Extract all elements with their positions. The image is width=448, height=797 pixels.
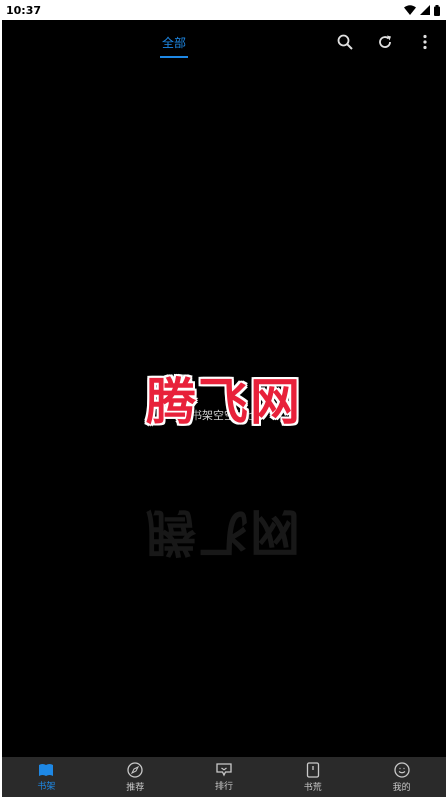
nav-item-profile[interactable]: 我的 [357, 757, 446, 797]
nav-item-ranking[interactable]: 排行 [180, 757, 269, 797]
left-edge [0, 0, 2, 797]
app-screen: 10:37 全部 ~书架空空如也~ 腾飞网 腾飞网 书架 推荐 排行 书荒 我的 [0, 0, 448, 797]
nav-label-recommend: 推荐 [126, 782, 145, 793]
refresh-button[interactable] [374, 31, 396, 53]
search-button[interactable] [334, 31, 356, 53]
nav-label-book-shortage: 书荒 [303, 782, 322, 793]
search-icon [337, 34, 353, 50]
profile-icon [393, 761, 410, 778]
status-time: 10:37 [6, 3, 42, 17]
bookshelf-icon [39, 763, 54, 776]
refresh-icon [379, 35, 391, 48]
tab-indicator [160, 56, 188, 58]
watermark-reflection: 腾飞网 [146, 503, 302, 562]
battery-icon [434, 4, 440, 16]
nav-label-profile: 我的 [392, 782, 411, 793]
nav-label-ranking: 排行 [214, 782, 233, 792]
wifi-icon [404, 5, 416, 15]
app-bar: 全部 [2, 20, 446, 64]
ranking-icon [216, 763, 232, 777]
nav-item-book-shortage[interactable]: 书荒 [268, 757, 357, 797]
toolbar-actions [334, 20, 436, 64]
status-bar: 10:37 [0, 0, 448, 20]
nav-item-recommend[interactable]: 推荐 [91, 757, 180, 797]
more-vert-icon [423, 34, 427, 50]
signal-icon [420, 5, 430, 15]
nav-label-bookshelf: 书架 [37, 781, 56, 792]
nav-item-bookshelf[interactable]: 书架 [2, 757, 91, 797]
tab-all-label: 全部 [161, 35, 186, 50]
watermark-logo: 腾飞网 [146, 372, 302, 431]
bottom-navigation: 书架 推荐 排行 书荒 我的 [2, 757, 446, 797]
tab-all[interactable]: 全部 [152, 20, 196, 64]
more-button[interactable] [414, 31, 436, 53]
book-icon [306, 761, 319, 778]
status-icons [404, 4, 440, 16]
compass-icon [127, 761, 143, 778]
